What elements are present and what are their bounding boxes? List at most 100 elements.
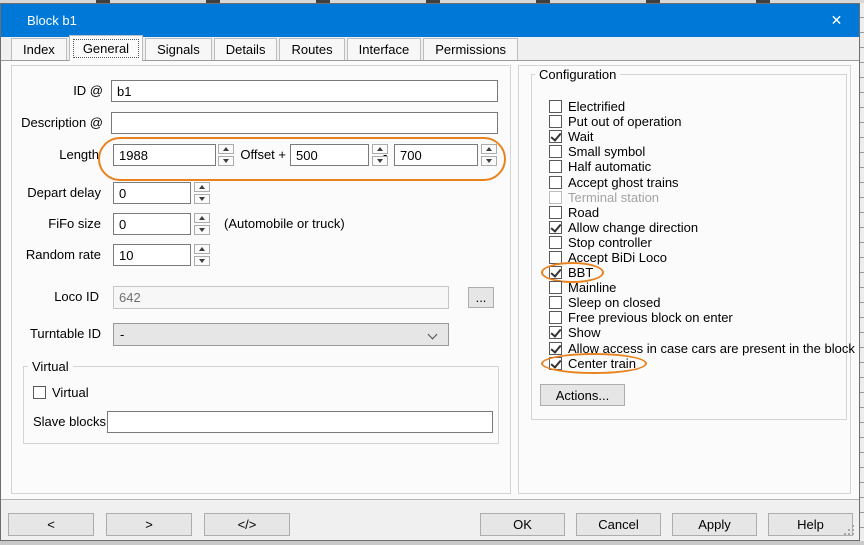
checkbox-accept-ghost-trains[interactable] (549, 176, 562, 189)
checkbox-show[interactable] (549, 326, 562, 339)
config-row-sleep-on-closed: Sleep on closed (549, 295, 661, 310)
checkbox-label-bbt: BBT (568, 266, 593, 279)
config-row-wait: Wait (549, 129, 594, 144)
checkbox-allow-change-direction[interactable] (549, 221, 562, 234)
next-page-button[interactable]: > (106, 513, 192, 536)
config-row-mainline: Mainline (549, 280, 616, 295)
fifo-size-label: FiFo size (13, 213, 101, 235)
config-checkbox-list: ElectrifiedPut out of operationWaitSmall… (549, 99, 855, 371)
config-row-accept-ghost-trains: Accept ghost trains (549, 174, 679, 189)
turntable-id-value: - (120, 327, 124, 342)
cancel-button[interactable]: Cancel (576, 513, 661, 536)
checkbox-label-accept-ghost-trains: Accept ghost trains (568, 176, 679, 189)
description-input[interactable] (111, 112, 498, 134)
checkbox-label-sleep-on-closed: Sleep on closed (568, 296, 661, 309)
config-row-small-symbol: Small symbol (549, 144, 645, 159)
checkbox-terminal-station (549, 191, 562, 204)
depart-delay-spinner-down[interactable] (194, 194, 210, 204)
checkbox-road[interactable] (549, 206, 562, 219)
arrow-up-icon (486, 147, 492, 151)
config-row-road: Road (549, 205, 599, 220)
config-row-electrified: Electrified (549, 99, 625, 114)
checkbox-label-terminal-station: Terminal station (568, 191, 659, 204)
tab-routes[interactable]: Routes (279, 38, 344, 60)
loco-id-input (113, 286, 449, 309)
dialog-title: Block b1 (1, 13, 814, 28)
tab-details[interactable]: Details (214, 38, 278, 60)
resize-grip[interactable] (842, 523, 854, 535)
fifo-size-spinner (194, 213, 210, 235)
tab-strip: IndexGeneralSignalsDetailsRoutesInterfac… (11, 38, 520, 60)
checkbox-wait[interactable] (549, 130, 562, 143)
tab-index[interactable]: Index (11, 38, 67, 60)
config-row-allow-access-in-case-cars-are-present-in-the-block: Allow access in case cars are present in… (549, 341, 855, 356)
config-row-accept-bidi-loco: Accept BiDi Loco (549, 250, 667, 265)
config-row-half-automatic: Half automatic (549, 159, 651, 174)
checkbox-stop-controller[interactable] (549, 236, 562, 249)
chevron-down-icon (428, 330, 438, 340)
random-rate-label: Random rate (13, 244, 101, 266)
arrow-down-icon (486, 159, 492, 163)
checkbox-label-mainline: Mainline (568, 281, 616, 294)
description-label: Description @ (15, 112, 103, 134)
background-bottom-strip (0, 541, 864, 545)
background-window-right-strip (860, 3, 864, 541)
depart-delay-spinner-up[interactable] (194, 182, 210, 192)
offset-minus-spinner-up[interactable] (481, 144, 497, 154)
checkbox-allow-access-in-case-cars-are-present-in-the-block[interactable] (549, 342, 562, 355)
length-label: Length (15, 144, 99, 166)
checkbox-bbt[interactable] (549, 266, 562, 279)
config-row-center-train: Center train (549, 356, 636, 371)
offset-plus-input[interactable] (290, 144, 369, 166)
checkbox-label-stop-controller: Stop controller (568, 236, 652, 249)
tab-permissions[interactable]: Permissions (423, 38, 518, 60)
checkbox-mainline[interactable] (549, 281, 562, 294)
fifo-size-spinner-down[interactable] (194, 225, 210, 235)
depart-delay-input[interactable] (113, 182, 191, 204)
depart-delay-label: Depart delay (13, 182, 101, 204)
checkbox-label-free-previous-block-on-enter: Free previous block on enter (568, 311, 733, 324)
virtual-group-title: Virtual (28, 360, 73, 374)
tab-general[interactable]: General (69, 35, 143, 61)
close-icon[interactable]: ✕ (814, 4, 859, 37)
offset-minus-input[interactable] (394, 144, 478, 166)
prev-page-button[interactable]: < (8, 513, 94, 536)
apply-button[interactable]: Apply (672, 513, 757, 536)
actions-button[interactable]: Actions... (540, 384, 625, 406)
xml-code-button[interactable]: </> (204, 513, 290, 536)
loco-id-browse-button[interactable]: ... (468, 287, 494, 308)
checkbox-free-previous-block-on-enter[interactable] (549, 311, 562, 324)
checkbox-label-allow-change-direction: Allow change direction (568, 221, 698, 234)
random-rate-input[interactable] (113, 244, 191, 266)
arrow-down-icon (199, 228, 205, 232)
random-rate-spinner-down[interactable] (194, 256, 210, 266)
fifo-size-input[interactable] (113, 213, 191, 235)
config-row-put-out-of-operation: Put out of operation (549, 114, 681, 129)
random-rate-spinner-up[interactable] (194, 244, 210, 254)
checkbox-label-electrified: Electrified (568, 100, 625, 113)
checkbox-label-accept-bidi-loco: Accept BiDi Loco (568, 251, 667, 264)
slave-blocks-label: Slave blocks (33, 411, 99, 433)
offset-plus-label: Offset + (201, 144, 286, 166)
fifo-size-spinner-up[interactable] (194, 213, 210, 223)
id-input[interactable] (111, 80, 498, 102)
tab-interface[interactable]: Interface (347, 38, 422, 60)
checkbox-electrified[interactable] (549, 100, 562, 113)
checkbox-small-symbol[interactable] (549, 145, 562, 158)
help-button[interactable]: Help (768, 513, 853, 536)
checkbox-half-automatic[interactable] (549, 160, 562, 173)
checkbox-accept-bidi-loco[interactable] (549, 251, 562, 264)
ok-button[interactable]: OK (480, 513, 565, 536)
fifo-size-hint: (Automobile or truck) (224, 213, 345, 235)
checkbox-center-train[interactable] (549, 357, 562, 370)
config-row-stop-controller: Stop controller (549, 235, 652, 250)
virtual-checkbox[interactable] (33, 386, 46, 399)
configuration-group-title: Configuration (535, 68, 620, 82)
checkbox-sleep-on-closed[interactable] (549, 296, 562, 309)
turntable-id-select[interactable]: - (113, 323, 449, 346)
tab-signals[interactable]: Signals (145, 38, 212, 60)
slave-blocks-input[interactable] (107, 411, 493, 433)
checkbox-put-out-of-operation[interactable] (549, 115, 562, 128)
title-bar[interactable]: Block b1 ✕ (1, 4, 859, 37)
offset-minus-spinner-down[interactable] (481, 156, 497, 166)
